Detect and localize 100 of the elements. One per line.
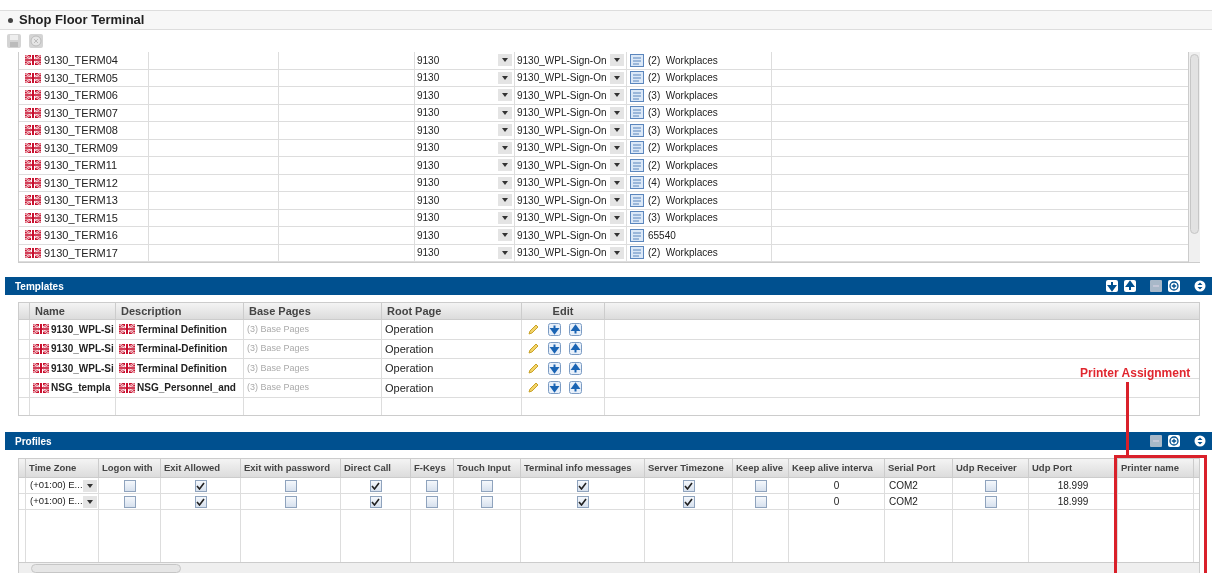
list-icon[interactable]	[630, 141, 644, 155]
workplaces-link[interactable]: (3) Workplaces	[648, 87, 718, 103]
list-icon[interactable]	[630, 176, 644, 190]
list-icon[interactable]	[630, 193, 644, 207]
dropdown-caret-icon[interactable]	[498, 246, 512, 259]
column-header[interactable]: Serial Port	[888, 460, 936, 476]
dropdown-caret-icon[interactable]	[498, 229, 512, 242]
workplaces-link[interactable]: (3) Workplaces	[648, 122, 718, 138]
move-down-icon[interactable]	[548, 381, 561, 395]
move-up-icon[interactable]	[569, 342, 582, 356]
checkbox[interactable]	[284, 495, 297, 508]
scrollbar-thumb[interactable]	[31, 563, 181, 573]
dropdown-caret-icon[interactable]	[498, 71, 512, 84]
column-header[interactable]: Direct Call	[344, 460, 391, 476]
workplaces-link[interactable]: (2) Workplaces	[648, 245, 718, 261]
column-header[interactable]: Terminal info messages	[524, 460, 632, 476]
column-header[interactable]: Printer name	[1121, 460, 1180, 476]
dropdown-caret-icon[interactable]	[610, 124, 624, 137]
list-icon[interactable]	[630, 123, 644, 137]
list-icon[interactable]	[630, 158, 644, 172]
collapse-icon[interactable]	[1194, 280, 1206, 292]
workplaces-link[interactable]: (4) Workplaces	[648, 175, 718, 191]
dropdown-caret-icon[interactable]	[610, 176, 624, 189]
workplaces-link[interactable]: (2) Workplaces	[648, 192, 718, 208]
dropdown-caret-icon[interactable]	[610, 71, 624, 84]
column-header[interactable]: Description	[121, 302, 182, 320]
dropdown-caret-icon[interactable]	[610, 194, 624, 207]
checkbox[interactable]	[426, 495, 438, 508]
dropdown-caret-icon[interactable]	[498, 194, 512, 207]
list-icon[interactable]	[630, 88, 644, 102]
column-header[interactable]: Server Timezone	[648, 460, 724, 476]
dropdown-caret-icon[interactable]	[82, 479, 97, 492]
dropdown-caret-icon[interactable]	[610, 106, 624, 119]
column-header[interactable]: Udp Receiver	[956, 460, 1017, 476]
move-down-icon[interactable]	[548, 342, 561, 356]
column-header[interactable]: Edit	[552, 302, 574, 320]
dropdown-caret-icon[interactable]	[610, 54, 624, 67]
checkbox[interactable]	[426, 479, 438, 492]
dropdown-caret-icon[interactable]	[610, 246, 624, 259]
dropdown-caret-icon[interactable]	[498, 54, 512, 67]
column-header[interactable]: Keep alive	[736, 460, 783, 476]
workplaces-link[interactable]: (3) Workplaces	[648, 210, 718, 226]
workplaces-link[interactable]: (2) Workplaces	[648, 140, 718, 156]
dropdown-caret-icon[interactable]	[610, 211, 624, 224]
checkbox[interactable]	[194, 479, 207, 492]
column-header[interactable]: Time Zone	[29, 460, 77, 476]
checkbox[interactable]	[481, 495, 493, 508]
workplaces-link[interactable]: (3) Workplaces	[648, 105, 718, 121]
list-icon[interactable]	[630, 228, 644, 242]
scrollbar[interactable]	[1188, 52, 1200, 262]
column-header[interactable]: F-Keys	[414, 460, 446, 476]
move-up-icon[interactable]	[569, 381, 582, 395]
checkbox[interactable]	[682, 495, 695, 508]
dropdown-caret-icon[interactable]	[498, 106, 512, 119]
workplaces-link[interactable]: 65540	[648, 227, 676, 243]
move-down-icon[interactable]	[548, 361, 561, 375]
move-down-icon[interactable]	[1106, 280, 1118, 292]
checkbox[interactable]	[576, 495, 589, 508]
list-icon[interactable]	[630, 246, 644, 260]
column-header[interactable]: Root Page	[387, 302, 442, 320]
column-header[interactable]: Logon with	[102, 460, 153, 476]
checkbox[interactable]	[194, 495, 207, 508]
dropdown-caret-icon[interactable]	[498, 176, 512, 189]
list-icon[interactable]	[630, 106, 644, 120]
column-header[interactable]: Exit Allowed	[164, 460, 221, 476]
move-up-icon[interactable]	[1124, 280, 1136, 292]
checkbox[interactable]	[984, 479, 997, 492]
column-header[interactable]: Exit with password	[244, 460, 331, 476]
dropdown-caret-icon[interactable]	[498, 159, 512, 172]
add-icon[interactable]	[1168, 435, 1180, 447]
checkbox[interactable]	[481, 479, 493, 492]
checkbox[interactable]	[123, 479, 136, 492]
column-header[interactable]: Udp Port	[1032, 460, 1073, 476]
checkbox[interactable]	[754, 495, 767, 508]
dropdown-caret-icon[interactable]	[498, 89, 512, 102]
dropdown-caret-icon[interactable]	[610, 159, 624, 172]
dropdown-caret-icon[interactable]	[610, 89, 624, 102]
checkbox[interactable]	[369, 495, 382, 508]
workplaces-link[interactable]: (2) Workplaces	[648, 52, 718, 68]
checkbox[interactable]	[682, 479, 695, 492]
checkbox[interactable]	[984, 495, 997, 508]
move-down-icon[interactable]	[548, 322, 561, 336]
dropdown-caret-icon[interactable]	[610, 229, 624, 242]
list-icon[interactable]	[630, 53, 644, 67]
move-up-icon[interactable]	[569, 361, 582, 375]
checkbox[interactable]	[576, 479, 589, 492]
column-header[interactable]: Keep alive interva	[792, 460, 873, 476]
collapse-icon[interactable]	[1194, 435, 1206, 447]
scrollbar[interactable]	[19, 562, 1199, 573]
workplaces-link[interactable]: (2) Workplaces	[648, 70, 718, 86]
workplaces-link[interactable]: (2) Workplaces	[648, 157, 718, 173]
column-header[interactable]: Name	[35, 302, 65, 320]
checkbox[interactable]	[754, 479, 767, 492]
checkbox[interactable]	[123, 495, 136, 508]
dropdown-caret-icon[interactable]	[498, 211, 512, 224]
dropdown-caret-icon[interactable]	[498, 141, 512, 154]
scrollbar-thumb[interactable]	[1190, 54, 1199, 234]
dropdown-caret-icon[interactable]	[498, 124, 512, 137]
checkbox[interactable]	[284, 479, 297, 492]
column-header[interactable]: Touch Input	[457, 460, 511, 476]
